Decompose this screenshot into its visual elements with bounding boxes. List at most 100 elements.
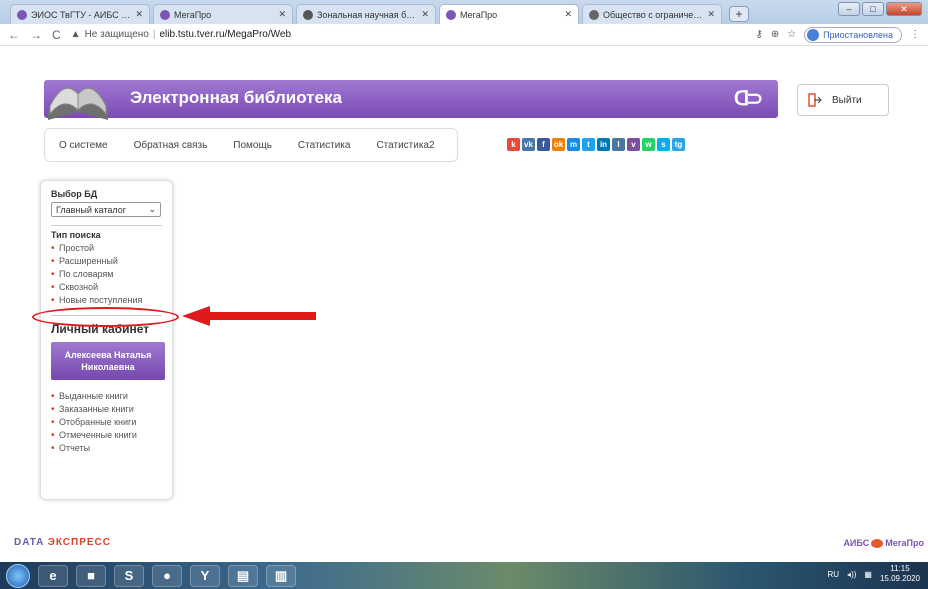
browser-tab-bar: ЭИОС ТвГТУ - АИБС МегаПро ✕ МегаПро ✕ Зона… [0, 0, 928, 24]
site-favicon-icon [17, 9, 27, 20]
chrome-icon[interactable]: ● [152, 564, 182, 587]
tab-label: Общество с ограниченной отв [603, 9, 704, 20]
profile-label: Приостановлена [823, 29, 893, 40]
browser-tab-active[interactable]: МегаПро ✕ [439, 4, 579, 24]
url-text: elib.tstu.tver.ru/MegaPro/Web [159, 29, 292, 40]
cabinet-marked-books[interactable]: Отмеченные книги [51, 429, 162, 442]
url-separator: | [152, 29, 156, 40]
site-favicon-icon [446, 9, 456, 20]
viber-icon[interactable]: v [627, 138, 640, 151]
telegram-icon[interactable]: tg [672, 138, 685, 151]
address-bar: ← → C ▲ Не защищено | elib.tstu.tver.ru/… [0, 24, 928, 46]
footer-logo-data: DATA [14, 537, 44, 548]
menu-item-statistics2[interactable]: Статистика2 [376, 140, 434, 151]
bookmark-star-icon[interactable]: ☆ [787, 29, 796, 40]
linkedin-icon[interactable]: in [597, 138, 610, 151]
warning-icon: ▲ [70, 29, 81, 40]
start-button[interactable] [6, 563, 30, 588]
back-arrow-icon[interactable]: ← [8, 28, 20, 42]
search-type-new-arrivals[interactable]: Новые поступления [51, 294, 162, 307]
logout-button[interactable]: Выйти [797, 84, 889, 116]
app-icon[interactable]: ■ [76, 564, 106, 587]
cabinet-issued-books[interactable]: Выданные книги [51, 390, 162, 403]
moimir-icon[interactable]: m [567, 138, 580, 151]
close-tab-icon[interactable]: ✕ [421, 9, 429, 20]
minimize-button[interactable]: – [838, 2, 860, 16]
new-tab-button[interactable]: + [729, 6, 749, 22]
odnoklassniki-icon[interactable]: ok [552, 138, 565, 151]
whatsapp-icon[interactable]: w [642, 138, 655, 151]
browser-tab[interactable]: Зональная научная библиотек ✕ [296, 4, 436, 24]
footer-logo-express: ЭКСПРЕСС [47, 537, 111, 548]
vk-icon[interactable]: vk [522, 138, 535, 151]
search-type-dictionaries[interactable]: По словарям [51, 268, 162, 281]
data-express-footer-logo: DATA ЭКСПРЕСС [14, 537, 111, 548]
site-favicon-icon [303, 9, 313, 20]
chevron-down-icon: ⌄ [148, 204, 156, 214]
tab-label: МегаПро [460, 9, 498, 20]
close-tab-icon[interactable]: ✕ [278, 9, 286, 20]
forward-arrow-icon[interactable]: → [30, 28, 42, 42]
avatar [807, 28, 820, 41]
key-icon[interactable]: ⚷ [755, 29, 762, 40]
user-profile-button[interactable]: Алексеева Наталья Николаевна [51, 342, 165, 380]
search-type-simple[interactable]: Простой [51, 242, 162, 255]
search-type-crosscutting[interactable]: Сквозной [51, 281, 162, 294]
profile-button[interactable]: Приостановлена [804, 26, 902, 43]
os-taskbar: e ■ S ● Y ▤ ▥ RU ◂)) ▦ 11:15 15.09.2020 [0, 562, 928, 589]
menu-item-feedback[interactable]: Обратная связь [134, 140, 208, 151]
logout-label: Выйти [832, 94, 862, 106]
ie-icon[interactable]: e [38, 564, 68, 587]
menu-item-about[interactable]: О системе [59, 140, 108, 151]
top-menu: О системе Обратная связь Помощь Статисти… [44, 128, 458, 162]
address-bar-actions: ⚷ ⊕ ☆ Приостановлена ⋮ [755, 26, 920, 43]
window-controls: – □ ✕ [838, 2, 922, 16]
cabinet-ordered-books[interactable]: Заказанные книги [51, 403, 162, 416]
folder-icon[interactable]: ▤ [228, 564, 258, 587]
livejournal-icon[interactable]: l [612, 138, 625, 151]
close-tab-icon[interactable]: ✕ [564, 9, 572, 20]
clock[interactable]: 11:15 15.09.2020 [880, 564, 920, 584]
facebook-icon[interactable]: f [537, 138, 550, 151]
search-type-heading: Тип поиска [51, 230, 101, 240]
logout-icon [808, 93, 822, 107]
search-type-advanced[interactable]: Расширенный [51, 255, 162, 268]
browser-tab[interactable]: Общество с ограниченной отв✕ [582, 4, 722, 24]
tab-label: МегаПро [174, 9, 212, 20]
network-icon[interactable]: ▦ [864, 570, 872, 579]
menu-dots-icon[interactable]: ⋮ [910, 29, 920, 40]
user-name-line1: Алексеева Наталья [64, 350, 152, 360]
reload-icon[interactable]: C [52, 28, 61, 42]
clock-date: 15.09.2020 [879, 574, 920, 583]
share-icon[interactable]: k [507, 138, 520, 151]
cabinet-list: Выданные книги Заказанные книги Отобранн… [51, 390, 162, 455]
tab-label: ЭИОС ТвГТУ - АИБС МегаПро [31, 9, 131, 20]
clock-time: 11:15 [890, 564, 910, 573]
skype-icon[interactable]: s [657, 138, 670, 151]
volume-icon[interactable]: ◂)) [847, 570, 856, 579]
close-tab-icon[interactable]: ✕ [135, 9, 143, 20]
red-arrow-icon [182, 306, 316, 326]
site-favicon-icon [160, 9, 170, 20]
skype-taskbar-icon[interactable]: S [114, 564, 144, 587]
cabinet-selected-books[interactable]: Отобранные книги [51, 416, 162, 429]
maximize-button[interactable]: □ [862, 2, 884, 16]
url-field[interactable]: ▲ Не защищено | elib.tstu.tver.ru/MegaPr… [71, 29, 746, 40]
menu-item-help[interactable]: Помощь [233, 140, 272, 151]
search-type-list: Простой Расширенный По словарям Сквозной… [51, 242, 162, 307]
browser-tab[interactable]: ЭИОС ТвГТУ - АИБС МегаПро ✕ [10, 4, 150, 24]
cabinet-reports[interactable]: Отчеты [51, 442, 162, 455]
close-window-button[interactable]: ✕ [886, 2, 922, 16]
menu-item-statistics[interactable]: Статистика [298, 140, 351, 151]
close-tab-icon[interactable]: ✕ [707, 9, 715, 20]
yandex-icon[interactable]: Y [190, 564, 220, 587]
zoom-icon[interactable]: ⊕ [771, 29, 779, 40]
megapro-logo-icon [871, 538, 884, 548]
twitter-icon[interactable]: t [582, 138, 595, 151]
db-select[interactable]: Главный каталог ⌄ [51, 202, 161, 217]
language-indicator[interactable]: RU [827, 570, 839, 579]
document-icon[interactable]: ▥ [266, 564, 296, 587]
data-express-logo-icon: ᗡ⊃ [734, 88, 763, 110]
social-share-icons: k vk f ok m t in l v w s tg [507, 138, 685, 151]
browser-tab[interactable]: МегаПро ✕ [153, 4, 293, 24]
